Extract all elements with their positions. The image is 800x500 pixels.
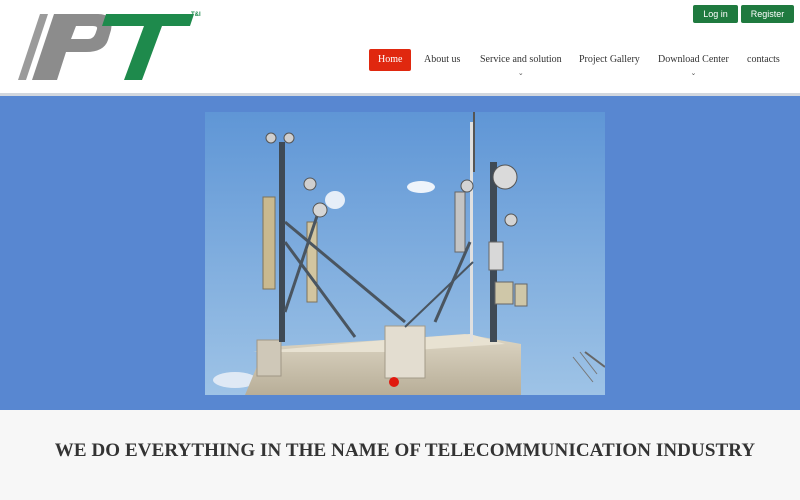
nav-contacts[interactable]: contacts (747, 49, 780, 71)
nav-download-center[interactable]: Download Center ⌄ (658, 49, 729, 77)
chevron-down-icon: ⌄ (690, 69, 697, 77)
chevron-down-icon: ⌄ (517, 69, 524, 77)
tagline-heading: WE DO EVERYTHING IN THE NAME OF TELECOMM… (54, 440, 756, 461)
hero-slide-image (205, 112, 605, 395)
nav-project-gallery[interactable]: Project Gallery (579, 49, 640, 71)
register-button[interactable]: Register (741, 5, 794, 23)
nav-service-and-solution[interactable]: Service and solution ⌄ (480, 49, 562, 77)
trademark-label: T&I (191, 12, 201, 18)
nav-about-us[interactable]: About us (424, 49, 460, 71)
tagline-section: WE DO EVERYTHING IN THE NAME OF TELECOMM… (0, 410, 800, 500)
main-nav: Home About us Service and solution ⌄ Pro… (0, 49, 800, 77)
login-button[interactable]: Log in (693, 5, 738, 23)
pt-logo[interactable] (14, 12, 209, 84)
carousel-dot-active[interactable] (389, 377, 399, 387)
site-header: T&I Log in Register Home About us Servic… (0, 0, 800, 93)
nav-home[interactable]: Home (369, 49, 412, 71)
hero-banner (0, 96, 800, 410)
